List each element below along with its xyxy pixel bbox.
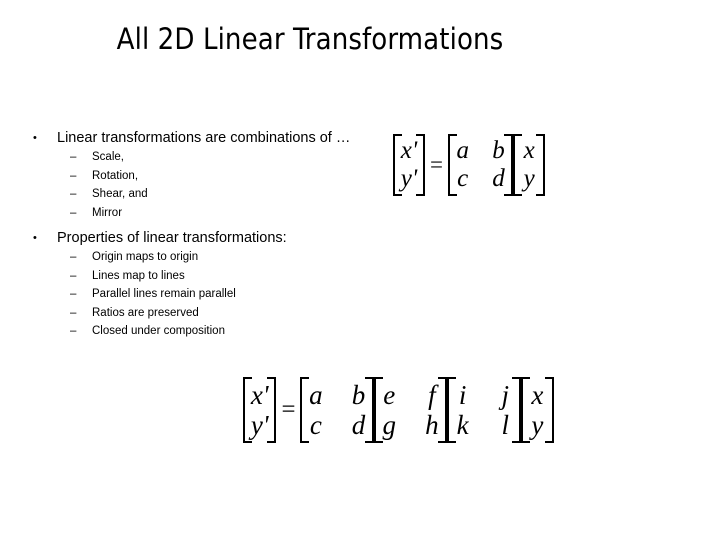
matrix-row: x	[520, 137, 538, 165]
list-item: – Rotation,	[0, 167, 420, 186]
list-item: – Parallel lines remain parallel	[0, 285, 420, 304]
matrix-row: ef	[381, 380, 440, 410]
dash-marker-icon: –	[70, 169, 77, 182]
matrix-row: x'	[400, 137, 418, 165]
matrix-cell: b	[351, 380, 366, 410]
matrix-row: x	[528, 380, 547, 410]
list-item-label: Ratios are preserved	[92, 306, 199, 319]
matrix-lhs: x' y'	[393, 134, 425, 196]
matrix-factor-2: ijkl	[447, 377, 522, 444]
matrix-cell: d	[492, 165, 505, 192]
matrix-cell: e	[383, 380, 396, 410]
bullet-level1-0: • Linear transformations are combination…	[0, 128, 420, 148]
list-item: – Scale,	[0, 148, 420, 167]
matrix-row: y'	[250, 410, 269, 440]
dash-marker-icon: –	[70, 188, 77, 200]
matrix-row: ab	[307, 380, 366, 410]
matrix-row: gh	[381, 410, 440, 440]
bullet-level1-1: • Properties of linear transformations:	[0, 228, 420, 248]
matrix-row: ij	[454, 380, 513, 410]
matrix-lhs: x' y'	[243, 377, 277, 444]
dash-marker-icon: –	[70, 269, 77, 282]
matrix-cell: b	[492, 137, 505, 164]
bullet-level1-text: Properties of linear transformations:	[57, 230, 287, 246]
matrix-cell: c	[309, 410, 322, 441]
list-item-label: Shear, and	[92, 188, 148, 200]
matrix-row: x'	[250, 380, 269, 410]
dash-marker-icon: –	[70, 325, 77, 337]
matrix-factor-1: efgh	[373, 377, 448, 444]
list-item-label: Origin maps to origin	[92, 251, 199, 263]
dash-marker-icon: –	[70, 288, 77, 300]
list-item-label: Parallel lines remain parallel	[92, 288, 236, 300]
matrix-cell: y'	[400, 165, 418, 192]
list-item-label: Rotation,	[92, 169, 139, 182]
matrix-cell: d	[351, 410, 366, 441]
list-item: – Mirror	[0, 204, 420, 223]
equals-operator: =	[281, 396, 296, 424]
matrix-factor-3: xy	[520, 377, 555, 444]
matrix-cell: j	[501, 380, 510, 410]
matrix-cell: f	[428, 380, 436, 410]
sub-list-1: – Origin maps to origin – Lines map to l…	[0, 248, 420, 341]
dash-marker-icon: –	[70, 206, 77, 219]
slide-body: • Linear transformations are combination…	[0, 128, 420, 341]
matrix-cell: x'	[400, 137, 418, 164]
list-item-label: Scale,	[92, 151, 124, 163]
bullet-marker-icon: •	[33, 132, 37, 144]
list-item: – Shear, and	[0, 185, 420, 204]
equals-operator: =	[430, 152, 443, 177]
bullet-marker-icon: •	[33, 232, 37, 244]
page-title: All 2D Linear Transformations	[116, 22, 504, 56]
matrix-row: y	[528, 410, 547, 440]
list-item-label: Closed under composition	[92, 325, 225, 337]
matrix-row: kl	[454, 410, 513, 440]
matrix-row: y	[520, 165, 538, 193]
matrix-cell: y	[531, 410, 544, 441]
matrix-row: cd	[307, 410, 366, 440]
dash-marker-icon: –	[70, 306, 77, 319]
slide-canvas: { "slide": { "title": "All 2D Linear Tra…	[0, 0, 720, 540]
matrix-equation-bottom: x' y' = a b c d e f g h i j k l x y	[243, 377, 555, 444]
matrix-cell: a	[309, 380, 323, 410]
list-item-label: Lines map to lines	[92, 269, 185, 282]
list-item: – Closed under composition	[0, 322, 420, 341]
matrix-cell: h	[425, 410, 439, 441]
dash-marker-icon: –	[70, 151, 77, 163]
list-item: – Lines map to lines	[0, 267, 420, 286]
matrix-equation-top: x' y' = a b c d x y	[393, 134, 546, 196]
matrix-cell: l	[501, 410, 510, 441]
list-item-label: Mirror	[92, 206, 123, 219]
matrix-factor-0: abcd	[447, 134, 514, 196]
matrix-cell: y	[523, 165, 535, 192]
matrix-cell: a	[456, 137, 469, 164]
matrix-row: cd	[455, 165, 506, 193]
matrix-row: ab	[455, 137, 506, 165]
matrix-cell: y'	[250, 410, 269, 441]
list-item: – Origin maps to origin	[0, 248, 420, 267]
dash-marker-icon: –	[70, 251, 77, 263]
matrix-cell: g	[382, 410, 396, 441]
matrix-row: y'	[400, 165, 418, 193]
matrix-cell: x'	[250, 380, 269, 410]
matrix-cell: i	[458, 380, 467, 410]
matrix-cell: x	[523, 137, 535, 164]
matrix-factor-0: abcd	[300, 377, 375, 444]
sub-list-0: – Scale, – Rotation, – Shear, and – Mirr…	[0, 148, 420, 222]
matrix-cell: x	[531, 380, 544, 410]
list-item: – Ratios are preserved	[0, 304, 420, 323]
matrix-cell: k	[456, 410, 469, 441]
matrix-cell: c	[457, 165, 469, 192]
matrix-factor-1: xy	[513, 134, 546, 196]
bullet-level1-text: Linear transformations are combinations …	[57, 130, 351, 146]
